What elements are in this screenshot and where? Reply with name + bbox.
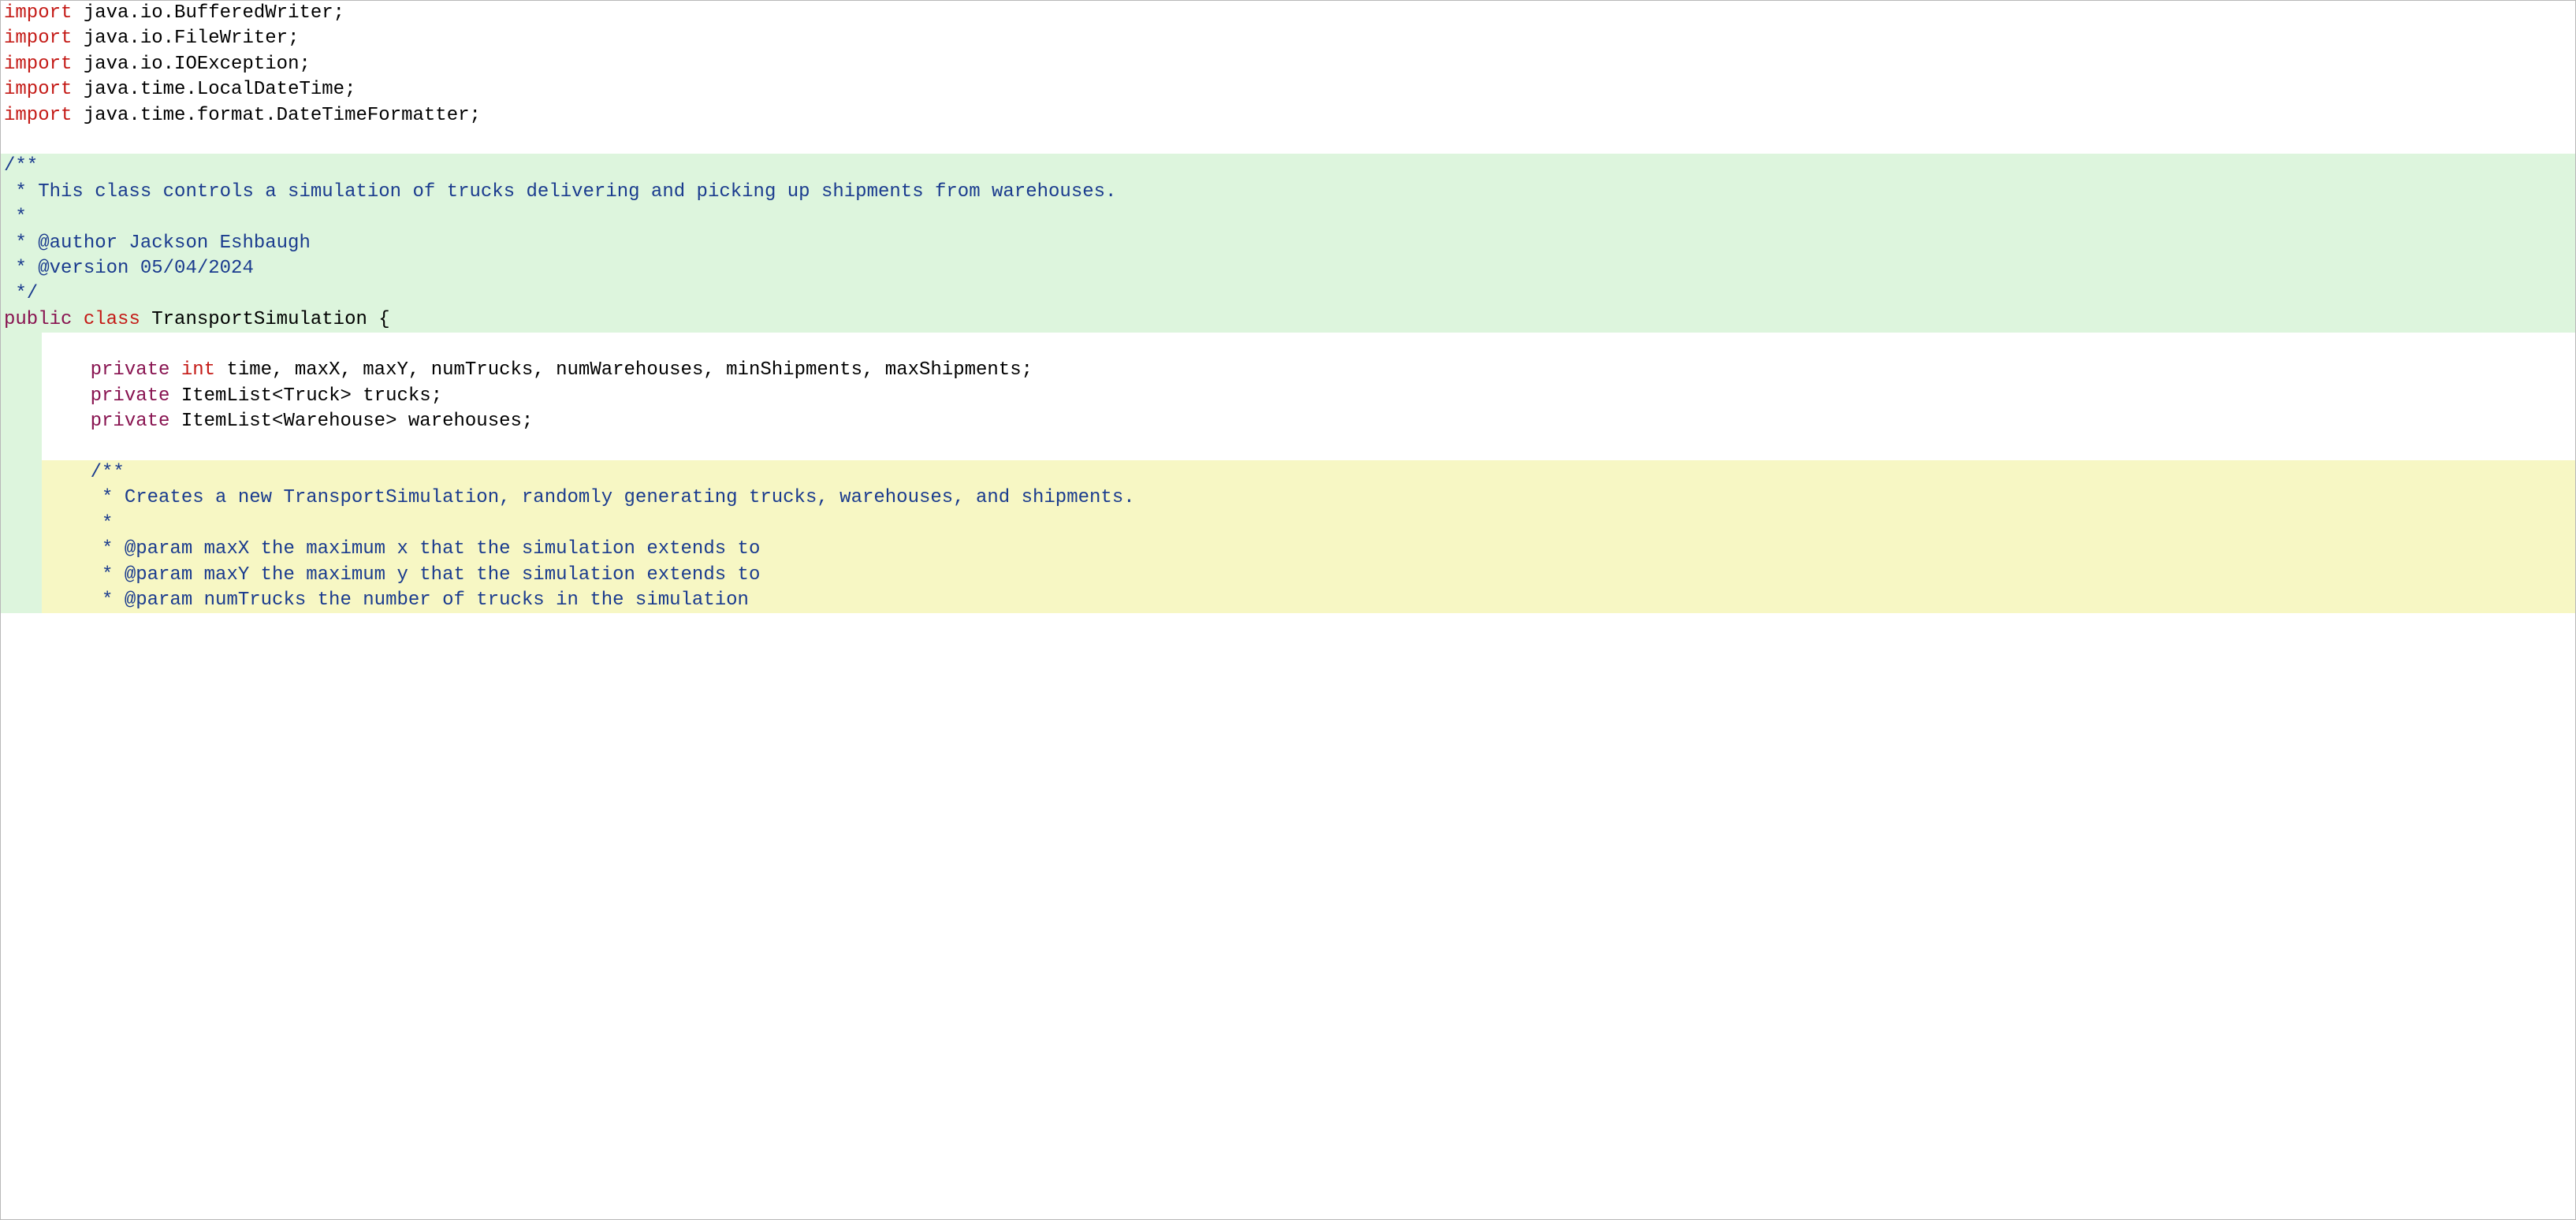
keyword-import: import	[4, 2, 72, 24]
import-path: java.io.BufferedWriter;	[72, 2, 344, 24]
javadoc-line: * @param maxX the maximum x that the sim…	[42, 537, 2575, 562]
class-body-wrapper: private int time, maxX, maxY, numTrucks,…	[1, 333, 2575, 613]
field-names: time, maxX, maxY, numTrucks, numWarehous…	[215, 359, 1033, 381]
import-line: import java.io.FileWriter;	[1, 26, 2575, 51]
javadoc-line: * @param maxY the maximum y that the sim…	[42, 563, 2575, 588]
javadoc-line: * @param numTrucks the number of trucks …	[42, 588, 2575, 613]
constructor-javadoc-block: /** * Creates a new TransportSimulation,…	[42, 460, 2575, 613]
import-line: import java.io.BufferedWriter;	[1, 1, 2575, 26]
javadoc-line: * @author Jackson Eshbaugh	[1, 231, 2575, 256]
javadoc-line: *	[1, 205, 2575, 230]
keyword-public: public	[4, 309, 72, 330]
code-editor[interactable]: import java.io.BufferedWriter; import ja…	[0, 0, 2576, 1220]
keyword-private: private	[45, 411, 169, 432]
class-name: TransportSimulation {	[140, 309, 390, 330]
field-type-name: ItemList<Truck> trucks;	[169, 385, 442, 407]
import-line: import java.time.format.DateTimeFormatte…	[1, 103, 2575, 128]
keyword-import: import	[4, 28, 72, 49]
javadoc-close: */	[1, 281, 2575, 307]
class-declaration: public class TransportSimulation {	[1, 307, 2575, 333]
field-type-name: ItemList<Warehouse> warehouses;	[169, 411, 533, 432]
keyword-int: int	[169, 359, 215, 381]
keyword-import: import	[4, 54, 72, 75]
import-path: java.io.FileWriter;	[72, 28, 299, 49]
import-path: java.io.IOException;	[72, 54, 310, 75]
keyword-import: import	[4, 79, 72, 100]
javadoc-line: * Creates a new TransportSimulation, ran…	[42, 485, 2575, 511]
field-declaration: private int time, maxX, maxY, numTrucks,…	[42, 358, 2575, 383]
javadoc-open: /**	[42, 460, 2575, 485]
imports-block: import java.io.BufferedWriter; import ja…	[1, 1, 2575, 154]
import-line: import java.time.LocalDateTime;	[1, 77, 2575, 102]
blank-line	[42, 333, 2575, 358]
keyword-import: import	[4, 105, 72, 126]
import-path: java.time.LocalDateTime;	[72, 79, 356, 100]
field-declaration: private ItemList<Truck> trucks;	[42, 384, 2575, 409]
import-path: java.time.format.DateTimeFormatter;	[72, 105, 480, 126]
field-declaration: private ItemList<Warehouse> warehouses;	[42, 409, 2575, 434]
javadoc-line: * @version 05/04/2024	[1, 256, 2575, 281]
javadoc-line: *	[42, 511, 2575, 537]
javadoc-open: /**	[1, 154, 2575, 179]
blank-line	[1, 128, 2575, 154]
blank-line	[42, 435, 2575, 460]
keyword-private: private	[45, 385, 169, 407]
keyword-class: class	[84, 309, 140, 330]
class-javadoc-block: /** * This class controls a simulation o…	[1, 154, 2575, 333]
keyword-private: private	[45, 359, 169, 381]
fields-block: private int time, maxX, maxY, numTrucks,…	[42, 333, 2575, 460]
import-line: import java.io.IOException;	[1, 52, 2575, 77]
javadoc-line: * This class controls a simulation of tr…	[1, 180, 2575, 205]
